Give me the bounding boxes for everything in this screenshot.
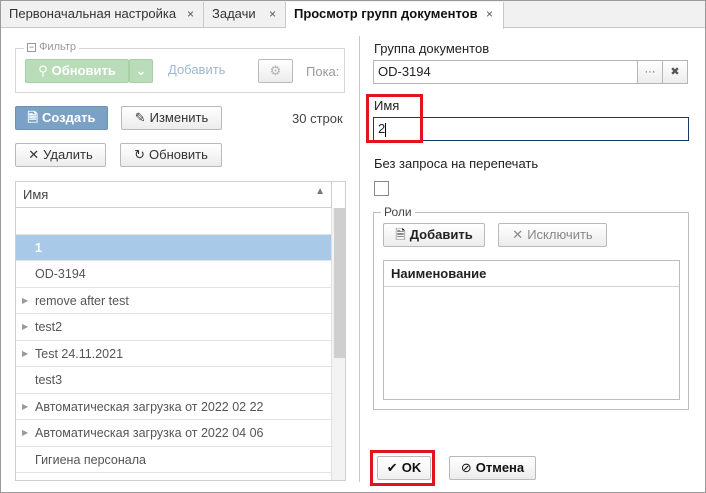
delete-label: Удалить: [43, 147, 93, 162]
document-icon: 🗎: [395, 227, 406, 242]
edit-button[interactable]: ✎ Изменить: [121, 106, 222, 130]
grid-header[interactable]: Имя ▲: [16, 182, 331, 208]
sort-asc-icon[interactable]: ▲: [315, 186, 325, 197]
more-icon[interactable]: ···: [637, 60, 663, 84]
groups-grid: Имя ▲ 1 OD-3194 ▶ remove after test ▶ test2 ▶ T…: [15, 181, 346, 481]
tab-initial-setup[interactable]: Первоначальная настройка ×: [1, 2, 204, 28]
row-label: 1: [35, 240, 42, 255]
roles-add-label: Добавить: [409, 227, 473, 242]
row-label: Автоматическая загрузка от 2022 02 22: [35, 399, 264, 414]
table-row[interactable]: ▶ Автоматическая загрузка от 2022 04 06: [16, 420, 331, 447]
no-reprint-label: Без запроса на перепечать: [374, 156, 539, 171]
table-row[interactable]: ▶ test2: [16, 314, 331, 341]
tab-document-groups[interactable]: Просмотр групп документов ×: [286, 2, 504, 29]
vertical-scrollbar[interactable]: [331, 208, 345, 480]
roles-grid: Наименование: [383, 260, 680, 400]
tab-bar: Первоначальная настройка × Задачи × Прос…: [1, 1, 705, 29]
filter-dropdown-button[interactable]: ⌄: [129, 59, 153, 83]
pane-splitter[interactable]: [359, 36, 360, 482]
expand-icon[interactable]: ▶: [22, 314, 28, 340]
create-button[interactable]: 🗎 Создать: [15, 106, 108, 130]
refresh-label: Обновить: [149, 147, 208, 162]
search-icon: ⚲: [38, 63, 48, 78]
tab-tasks[interactable]: Задачи ×: [204, 2, 286, 28]
roles-add-button[interactable]: 🗎 Добавить: [383, 223, 485, 247]
clear-icon[interactable]: ✖: [662, 60, 688, 84]
tab-label: Первоначальная настройка: [9, 6, 177, 21]
filter-legend[interactable]: − Фильтр: [24, 41, 80, 53]
row-label: test2: [35, 320, 63, 334]
group-label: Группа документов: [374, 41, 490, 56]
table-row[interactable]: test3: [16, 367, 331, 394]
table-row[interactable]: ▶ Test 24.11.2021: [16, 341, 331, 367]
expand-icon[interactable]: ▶: [22, 394, 28, 420]
filter-refresh-label: Обновить: [51, 63, 116, 78]
table-row[interactable]: Гигиена персонала: [16, 447, 331, 473]
row-label: Гигиена персонала: [35, 452, 146, 467]
gear-icon: ⚙: [269, 63, 282, 78]
row-count: 30 строк: [292, 111, 343, 126]
scrollbar-thumb[interactable]: [334, 208, 345, 358]
close-icon[interactable]: ×: [187, 2, 194, 26]
expand-icon[interactable]: ▶: [22, 420, 28, 446]
filter-refresh-button[interactable]: ⚲ Обновить: [25, 59, 129, 83]
close-icon: ✕: [512, 227, 524, 242]
cancel-label: Отмена: [475, 460, 525, 475]
roles-exclude-label: Исключить: [527, 227, 593, 242]
group-field[interactable]: OD-3194: [373, 60, 638, 84]
row-label: Автоматическая загрузка от 2022 04 06: [35, 426, 264, 440]
table-row[interactable]: OD-3194: [16, 261, 331, 288]
table-row[interactable]: 1: [16, 234, 331, 261]
close-icon[interactable]: ×: [486, 2, 493, 26]
grid-rows: 1 OD-3194 ▶ remove after test ▶ test2 ▶ Test 24…: [16, 208, 331, 473]
row-label: remove after test: [35, 293, 129, 308]
roles-legend: Роли: [381, 205, 415, 219]
refresh-button[interactable]: ↻ Обновить: [120, 143, 222, 167]
edit-label: Изменить: [149, 110, 209, 125]
table-row[interactable]: ▶ remove after test: [16, 288, 331, 314]
highlight-box: [366, 94, 423, 143]
row-label: Test 24.11.2021: [35, 346, 124, 361]
collapse-icon[interactable]: −: [27, 43, 36, 52]
roles-exclude-button[interactable]: ✕ Исключить: [498, 223, 607, 247]
tab-label: Задачи: [212, 6, 256, 21]
column-name-header[interactable]: Имя: [23, 187, 48, 202]
refresh-icon: ↻: [134, 147, 146, 162]
close-icon[interactable]: ×: [269, 2, 276, 26]
expand-icon[interactable]: ▶: [22, 341, 28, 367]
close-icon: ✕: [28, 147, 40, 162]
row-label: OD-3194: [35, 267, 86, 281]
filter-add-link[interactable]: Добавить: [168, 62, 225, 77]
chevron-down-icon: ⌄: [135, 63, 147, 78]
roles-column-header[interactable]: Наименование: [384, 261, 679, 287]
table-row[interactable]: ▶ Автоматическая загрузка от 2022 02 22: [16, 394, 331, 420]
filter-legend-label: Фильтр: [39, 41, 77, 53]
settings-button[interactable]: ⚙: [258, 59, 293, 83]
highlight-box: [370, 450, 435, 486]
tab-label: Просмотр групп документов: [294, 6, 478, 21]
cancel-icon: ⊘: [460, 460, 472, 475]
pencil-icon: ✎: [134, 110, 146, 125]
expand-icon[interactable]: ▶: [22, 288, 28, 314]
document-icon: 🗎: [27, 110, 38, 125]
row-label: test3: [35, 373, 63, 387]
table-row[interactable]: [16, 208, 331, 235]
delete-button[interactable]: ✕ Удалить: [15, 143, 106, 167]
create-label: Создать: [41, 110, 96, 125]
no-reprint-checkbox[interactable]: [374, 181, 389, 196]
show-label: Пока:: [306, 64, 340, 79]
grid-header-corner: [331, 182, 345, 208]
cancel-button[interactable]: ⊘ Отмена: [449, 456, 536, 480]
